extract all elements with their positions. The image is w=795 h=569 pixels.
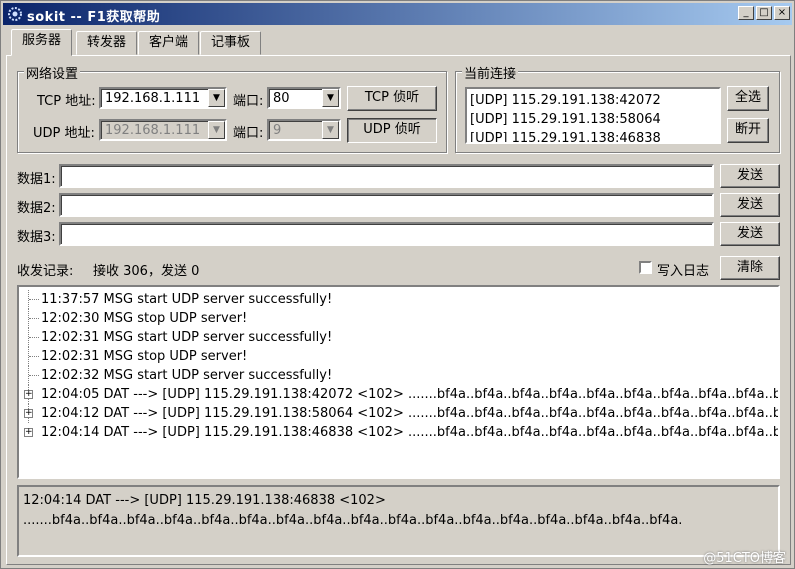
close-button[interactable]: ×	[774, 6, 790, 20]
table-row[interactable]: 12:02:32 MSG start UDP server successful…	[19, 366, 778, 385]
log-entry-text: 12:04:14 DAT ---> [UDP] 115.29.191.138:4…	[41, 425, 780, 440]
disconnect-button[interactable]: 断开	[727, 118, 769, 143]
minimize-button[interactable]: _	[738, 6, 754, 20]
table-row[interactable]: +12:04:12 DAT ---> [UDP] 115.29.191.138:…	[19, 404, 778, 423]
tcp-listen-button[interactable]: TCP 侦听	[347, 86, 437, 111]
write-log-label[interactable]: 写入日志	[657, 260, 709, 279]
select-all-button[interactable]: 全选	[727, 86, 769, 111]
tab-notepad[interactable]: 记事板	[200, 31, 262, 55]
chevron-down-icon[interactable]: ▼	[208, 89, 225, 107]
log-tree[interactable]: 11:37:57 MSG start UDP server successful…	[17, 285, 780, 479]
window-title: sokit -- F1获取帮助	[27, 10, 161, 25]
chevron-down-icon: ▼	[208, 121, 225, 139]
plus-icon[interactable]: +	[24, 390, 33, 399]
list-item[interactable]: [UDP] 115.29.191.138:46838	[470, 129, 716, 142]
list-item[interactable]: [UDP] 115.29.191.138:42072	[470, 91, 716, 110]
log-entry-text: 12:02:31 MSG stop UDP server!	[41, 349, 248, 364]
log-entry-text: 11:37:57 MSG start UDP server successful…	[41, 292, 333, 307]
connections-list[interactable]: [UDP] 115.29.191.138:42072 [UDP] 115.29.…	[465, 87, 721, 144]
udp-address-label: UDP 地址:	[33, 126, 95, 141]
table-row[interactable]: +12:04:14 DAT ---> [UDP] 115.29.191.138:…	[19, 423, 778, 442]
data1-label: 数据1:	[17, 172, 56, 187]
send3-button[interactable]: 发送	[720, 222, 780, 246]
current-connections-legend: 当前连接	[462, 63, 519, 82]
plus-icon[interactable]: +	[24, 428, 33, 437]
log-label: 收发记录:	[17, 264, 74, 279]
send2-button[interactable]: 发送	[720, 193, 780, 217]
log-entry-text: 12:04:05 DAT ---> [UDP] 115.29.191.138:4…	[41, 387, 780, 402]
udp-listen-button[interactable]: UDP 侦听	[347, 118, 437, 143]
tcp-address-label: TCP 地址:	[37, 94, 96, 109]
data3-input[interactable]	[59, 222, 714, 246]
log-stats: 接收 306，发送 0	[93, 264, 200, 279]
maximize-button[interactable]: □	[756, 6, 772, 20]
tab-server[interactable]: 服务器	[11, 29, 73, 56]
chevron-down-icon: ▼	[322, 121, 339, 139]
data3-label: 数据3:	[17, 230, 56, 245]
table-row[interactable]: 11:37:57 MSG start UDP server successful…	[19, 290, 778, 309]
table-row[interactable]: 12:02:30 MSG stop UDP server!	[19, 309, 778, 328]
log-entry-text: 12:02:30 MSG stop UDP server!	[41, 311, 248, 326]
write-log-checkbox[interactable]	[639, 261, 652, 274]
data2-label: 数据2:	[17, 201, 56, 216]
clear-button[interactable]: 清除	[720, 256, 780, 280]
log-entry-text: 12:02:31 MSG start UDP server successful…	[41, 330, 333, 345]
detail-pane[interactable]: 12:04:14 DAT ---> [UDP] 115.29.191.138:4…	[17, 485, 780, 557]
chevron-down-icon[interactable]: ▼	[322, 89, 339, 107]
udp-port-label: 端口:	[233, 126, 264, 141]
table-row[interactable]: 12:02:31 MSG stop UDP server!	[19, 347, 778, 366]
data1-input[interactable]	[59, 164, 714, 188]
log-entry-text: 12:04:12 DAT ---> [UDP] 115.29.191.138:5…	[41, 406, 780, 421]
title-bar[interactable]: sokit -- F1获取帮助 _ □ ×	[3, 3, 792, 25]
detail-line-2: .......bf4a..bf4a..bf4a..bf4a..bf4a..bf4…	[23, 513, 683, 528]
plus-icon[interactable]: +	[24, 409, 33, 418]
detail-line-1: 12:04:14 DAT ---> [UDP] 115.29.191.138:4…	[23, 493, 386, 508]
watermark: @51CTO博客	[703, 551, 786, 566]
log-entry-text: 12:02:32 MSG start UDP server successful…	[41, 368, 333, 383]
send1-button[interactable]: 发送	[720, 164, 780, 188]
table-row[interactable]: +12:04:05 DAT ---> [UDP] 115.29.191.138:…	[19, 385, 778, 404]
tab-forwarder[interactable]: 转发器	[76, 31, 138, 55]
table-row[interactable]: 12:02:31 MSG start UDP server successful…	[19, 328, 778, 347]
data2-input[interactable]	[59, 193, 714, 217]
tcp-port-label: 端口:	[233, 94, 264, 109]
list-item[interactable]: [UDP] 115.29.191.138:58064	[470, 110, 716, 129]
gear-icon	[8, 7, 22, 21]
network-settings-legend: 网络设置	[24, 63, 81, 82]
tab-client[interactable]: 客户端	[138, 31, 200, 55]
main-window: sokit -- F1获取帮助 _ □ × 服务器 转发器 客户端 记事板 网络…	[0, 0, 795, 569]
